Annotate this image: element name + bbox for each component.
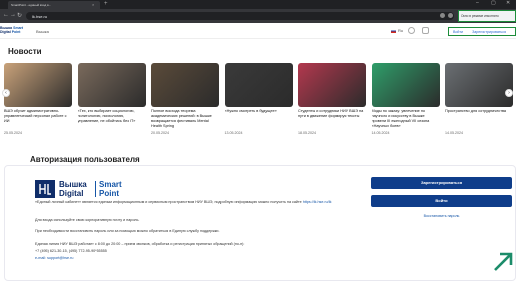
brand-sp1: Smart bbox=[99, 180, 122, 189]
reload-icon[interactable]: ↻ bbox=[17, 12, 22, 19]
register-button[interactable]: Зарегистрироваться bbox=[371, 177, 512, 189]
news-image[interactable] bbox=[224, 63, 293, 107]
news-image[interactable] bbox=[445, 63, 513, 107]
close-window-icon[interactable]: ✕ bbox=[506, 0, 510, 6]
news-title: Новости bbox=[8, 47, 42, 56]
news-card-title[interactable]: «Тех, кто выбирает социологию, политолог… bbox=[78, 109, 146, 129]
new-tab-button[interactable]: + bbox=[104, 1, 108, 7]
carousel-prev-button[interactable]: ‹ bbox=[2, 89, 10, 97]
maximize-icon[interactable]: ▢ bbox=[491, 0, 496, 6]
news-image[interactable] bbox=[4, 63, 72, 107]
language-select[interactable]: Ru bbox=[391, 28, 403, 33]
auth-title: Авторизация пользователя bbox=[30, 155, 140, 164]
header-link[interactable]: Вышка bbox=[36, 29, 49, 34]
news-card-date: 20.05.2024 bbox=[151, 131, 169, 135]
browser-toolbar: ← → ↻ lk.hse.ru bbox=[0, 9, 516, 23]
news-image[interactable] bbox=[371, 63, 440, 107]
auth-para3: При необходимости восстановить пароль ил… bbox=[35, 229, 220, 233]
brand-sp2: Point bbox=[99, 189, 119, 198]
notifications-icon[interactable] bbox=[422, 27, 429, 34]
news-card-date: 25.05.2024 bbox=[4, 131, 22, 135]
arrow-up-right-icon bbox=[494, 252, 513, 271]
news-card-title[interactable]: Студенты и сотрудники НИУ ВШЭ на пути в … bbox=[298, 109, 366, 129]
support-email-link[interactable]: e-mail: support@hse.ru bbox=[35, 256, 73, 260]
news-card-date: 14.05.2024 bbox=[371, 131, 390, 135]
browser-tabbar: SmartPoint - единый вход в... × + – ▢ ✕ bbox=[0, 0, 516, 9]
flag-icon bbox=[391, 28, 396, 33]
incognito-label: Окно в режиме инкогнито bbox=[461, 14, 499, 18]
auth-phone: +7 (495) 621-30-15, (495) 772-95-90*5555… bbox=[35, 249, 107, 253]
news-image[interactable] bbox=[151, 63, 219, 107]
address-bar[interactable]: lk.hse.ru bbox=[26, 12, 454, 20]
brand-line2: Digital bbox=[59, 189, 84, 198]
auth-card: Вышка Digital Smart Point «Единый личный… bbox=[4, 165, 516, 281]
logo-sp2: Point bbox=[11, 30, 21, 34]
extension-icon[interactable] bbox=[440, 13, 445, 18]
news-card[interactable]: Пространство для сотрудничества 14.05.202… bbox=[445, 63, 513, 135]
brand-divider bbox=[95, 181, 96, 197]
news-card[interactable]: Студенты и сотрудники НИУ ВШЭ на пути в … bbox=[298, 63, 366, 135]
news-card[interactable]: «Нужно смотреть в будущее» 13.05.2024 bbox=[224, 63, 293, 135]
auth-para1: «Единый личный кабинет» является единым … bbox=[35, 200, 302, 204]
login-button[interactable]: Войти bbox=[371, 195, 512, 207]
news-carousel: ВШЭ обучит административно-управленчески… bbox=[4, 63, 513, 153]
site-header: Вышка Smart Digital Point Вышка Ru Войти… bbox=[0, 23, 516, 39]
news-card-date: 13.05.2024 bbox=[224, 131, 243, 135]
auth-para2: Для входа используйте свою корпоративную… bbox=[35, 218, 140, 222]
news-card-date: 18.05.2024 bbox=[298, 131, 316, 135]
news-card-title[interactable]: ВШЭ обучит административно-управленчески… bbox=[4, 109, 72, 129]
news-card-title[interactable]: Моды по заказу: увлечение по научного и … bbox=[372, 109, 440, 129]
site-logo[interactable]: Вышка Smart Digital Point bbox=[0, 26, 23, 34]
news-card[interactable]: ВШЭ обучит административно-управленчески… bbox=[4, 63, 72, 135]
header-login-link[interactable]: Войти bbox=[453, 30, 463, 34]
news-card[interactable]: «Тех, кто выбирает социологию, политолог… bbox=[77, 63, 146, 131]
auth-intro: «Единый личный кабинет» является единым … bbox=[35, 200, 335, 205]
news-card[interactable]: Полное восхода теорема академических реш… bbox=[151, 63, 219, 135]
news-image[interactable] bbox=[298, 63, 366, 107]
hse-emblem-icon bbox=[35, 180, 55, 198]
profile-icon[interactable] bbox=[448, 13, 453, 18]
tab-close-icon[interactable]: × bbox=[92, 2, 94, 7]
header-auth-links: Войти Зарегистрироваться bbox=[448, 27, 516, 36]
news-card-title[interactable]: «Нужно смотреть в будущее» bbox=[225, 109, 293, 129]
news-card-date: 14.05.2024 bbox=[445, 131, 463, 135]
header-register-link[interactable]: Зарегистрироваться bbox=[472, 30, 506, 34]
url-text: lk.hse.ru bbox=[32, 14, 48, 19]
tab-title: SmartPoint - единый вход в... bbox=[11, 3, 52, 7]
news-card-title[interactable]: Пространство для сотрудничества bbox=[445, 109, 513, 129]
forward-icon[interactable]: → bbox=[10, 12, 16, 18]
accessibility-icon[interactable] bbox=[408, 27, 415, 34]
news-image[interactable] bbox=[77, 63, 146, 107]
auth-email: e-mail: support@hse.ru bbox=[35, 256, 335, 261]
minimize-icon[interactable]: – bbox=[476, 0, 479, 6]
language-label: Ru bbox=[398, 28, 404, 33]
browser-tab[interactable]: SmartPoint - единый вход в... bbox=[8, 1, 100, 9]
logo-line2: Digital bbox=[0, 30, 11, 34]
auth-para4: Единая линия НИУ ВШЭ работает с 8:00 до … bbox=[35, 242, 245, 246]
back-icon[interactable]: ← bbox=[3, 12, 9, 18]
news-card-title[interactable]: Полное восхода теорема академических реш… bbox=[151, 109, 219, 129]
smartpoint-name: Smart Point bbox=[99, 180, 122, 198]
carousel-next-button[interactable]: › bbox=[505, 89, 513, 97]
brand-line1: Вышка bbox=[59, 180, 87, 189]
incognito-popup[interactable]: Окно в режиме инкогнито bbox=[458, 10, 516, 22]
recover-password-link[interactable]: Восстановить пароль bbox=[371, 214, 512, 218]
news-card[interactable]: Моды по заказу: увлечение по научного и … bbox=[371, 63, 440, 135]
brand-name: Вышка Digital bbox=[59, 180, 87, 198]
auth-info-link[interactable]: https://lk.hse.ru/lk bbox=[303, 200, 332, 204]
